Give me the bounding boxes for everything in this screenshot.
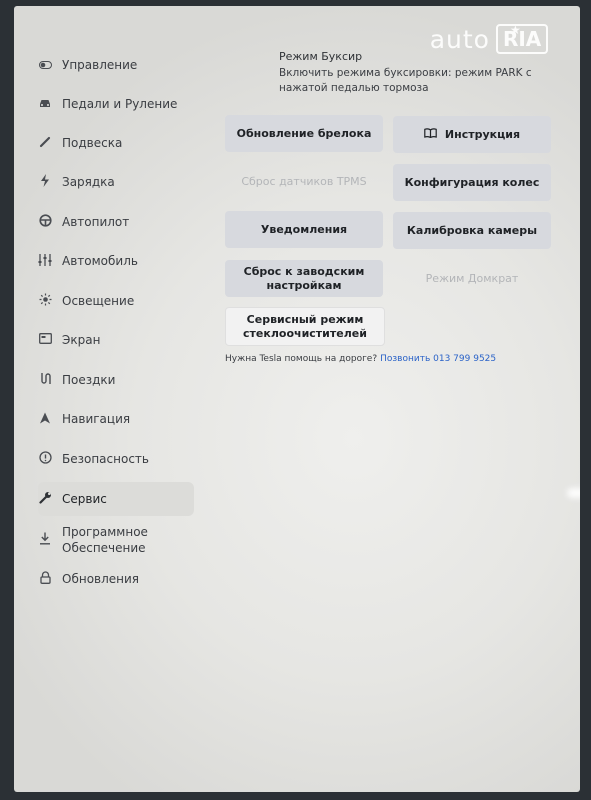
sidebar-item-suspension[interactable]: Подвеска	[38, 126, 193, 160]
service-panel: Режим Буксир Включить режима буксировки:…	[222, 6, 580, 792]
wiper-service-button[interactable]: Сервисный режим стеклоочистителей	[225, 307, 385, 346]
sidebar-item-pedals-steering[interactable]: Педали и Руление	[38, 87, 193, 121]
steering-wheel-icon	[38, 214, 52, 230]
car-icon	[38, 97, 52, 111]
lock-icon	[38, 571, 52, 587]
sidebar-item-label: Программное Обеспечение	[62, 525, 148, 555]
sidebar-item-charging[interactable]: Зарядка	[38, 165, 193, 199]
sidebar-item-label: Освещение	[62, 294, 135, 308]
bolt-icon	[38, 174, 52, 190]
book-icon	[424, 127, 437, 142]
sidebar-item-service[interactable]: Сервис	[38, 482, 194, 516]
sidebar-item-updates[interactable]: Обновления	[38, 562, 193, 596]
sidebar-item-label: Сервис	[62, 492, 107, 506]
tpms-reset-button[interactable]: Сброс датчиков TPMS	[225, 163, 383, 200]
watermark-ria-text: RIA	[502, 27, 542, 51]
manual-button-label: Инструкция	[444, 127, 521, 141]
sidebar-item-label: Зарядка	[62, 175, 115, 189]
sidebar-item-controls[interactable]: Управление	[38, 48, 193, 82]
tow-mode-title[interactable]: Режим Буксир	[279, 50, 362, 63]
download-icon	[38, 532, 52, 548]
jack-mode-button[interactable]: Режим Домкрат	[393, 260, 551, 297]
sidebar-item-label: Автомобиль	[62, 254, 138, 268]
sidebar-item-vehicle[interactable]: Автомобиль	[38, 244, 193, 278]
sidebar-item-label: Безопасность	[62, 452, 149, 466]
sidebar-item-label: Экран	[62, 333, 101, 347]
tow-mode-description: Включить режима буксировки: режим PARK с…	[279, 67, 532, 94]
watermark-auto-text: auto	[429, 24, 490, 54]
sidebar-item-label: Управление	[62, 58, 138, 72]
info-icon	[38, 451, 52, 467]
notifications-button[interactable]: Уведомления	[225, 211, 383, 248]
sidebar-item-label: Педали и Руление	[62, 97, 178, 111]
sidebar-item-display[interactable]: Экран	[38, 323, 193, 357]
navigation-icon	[38, 412, 52, 427]
factory-reset-button[interactable]: Сброс к заводским настройкам	[225, 260, 383, 297]
sidebar-item-label: Автопилот	[62, 215, 130, 229]
sidebar-item-lighting[interactable]: Освещение	[38, 284, 193, 318]
autoria-watermark: auto ★ RIA	[416, 18, 562, 60]
roadside-call-link[interactable]: Позвонить 013 799 9525	[380, 354, 496, 364]
touchscreen: Управление Педали и Руление Подвеска Зар…	[14, 6, 580, 792]
wrench-icon	[38, 491, 52, 507]
settings-sidebar: Управление Педали и Руление Подвеска Зар…	[14, 6, 204, 792]
sidebar-item-software[interactable]: Программное Обеспечение	[38, 520, 193, 560]
sidebar-item-trips[interactable]: Поездки	[38, 363, 193, 397]
wheel-config-button[interactable]: Конфигурация колес	[393, 164, 551, 201]
sidebar-item-label: Поездки	[62, 373, 116, 387]
star-icon: ★	[509, 23, 521, 37]
camera-calibration-button[interactable]: Калибровка камеры	[393, 212, 551, 249]
toggle-icon	[38, 58, 52, 72]
suspension-icon	[38, 136, 52, 151]
sidebar-item-autopilot[interactable]: Автопилот	[38, 205, 193, 239]
sidebar-item-navigation[interactable]: Навигация	[38, 402, 193, 436]
sliders-icon	[38, 253, 52, 269]
roadside-help: Нужна Tesla помощь на дороге? Позвонить 0…	[225, 354, 496, 364]
manual-button[interactable]: Инструкция	[393, 116, 551, 153]
sun-icon	[38, 293, 52, 309]
sidebar-item-label: Навигация	[62, 412, 131, 426]
trips-icon	[38, 372, 52, 388]
watermark-ria-logo: ★ RIA	[495, 23, 549, 54]
sidebar-item-label: Подвеска	[62, 136, 123, 150]
display-icon	[38, 333, 52, 347]
roadside-help-text: Нужна Tesla помощь на дороге?	[225, 354, 378, 364]
sidebar-item-safety[interactable]: Безопасность	[38, 442, 193, 476]
sidebar-item-label: Обновления	[62, 572, 140, 586]
screen-glare	[567, 488, 580, 498]
fob-update-button[interactable]: Обновление брелока	[225, 115, 383, 152]
